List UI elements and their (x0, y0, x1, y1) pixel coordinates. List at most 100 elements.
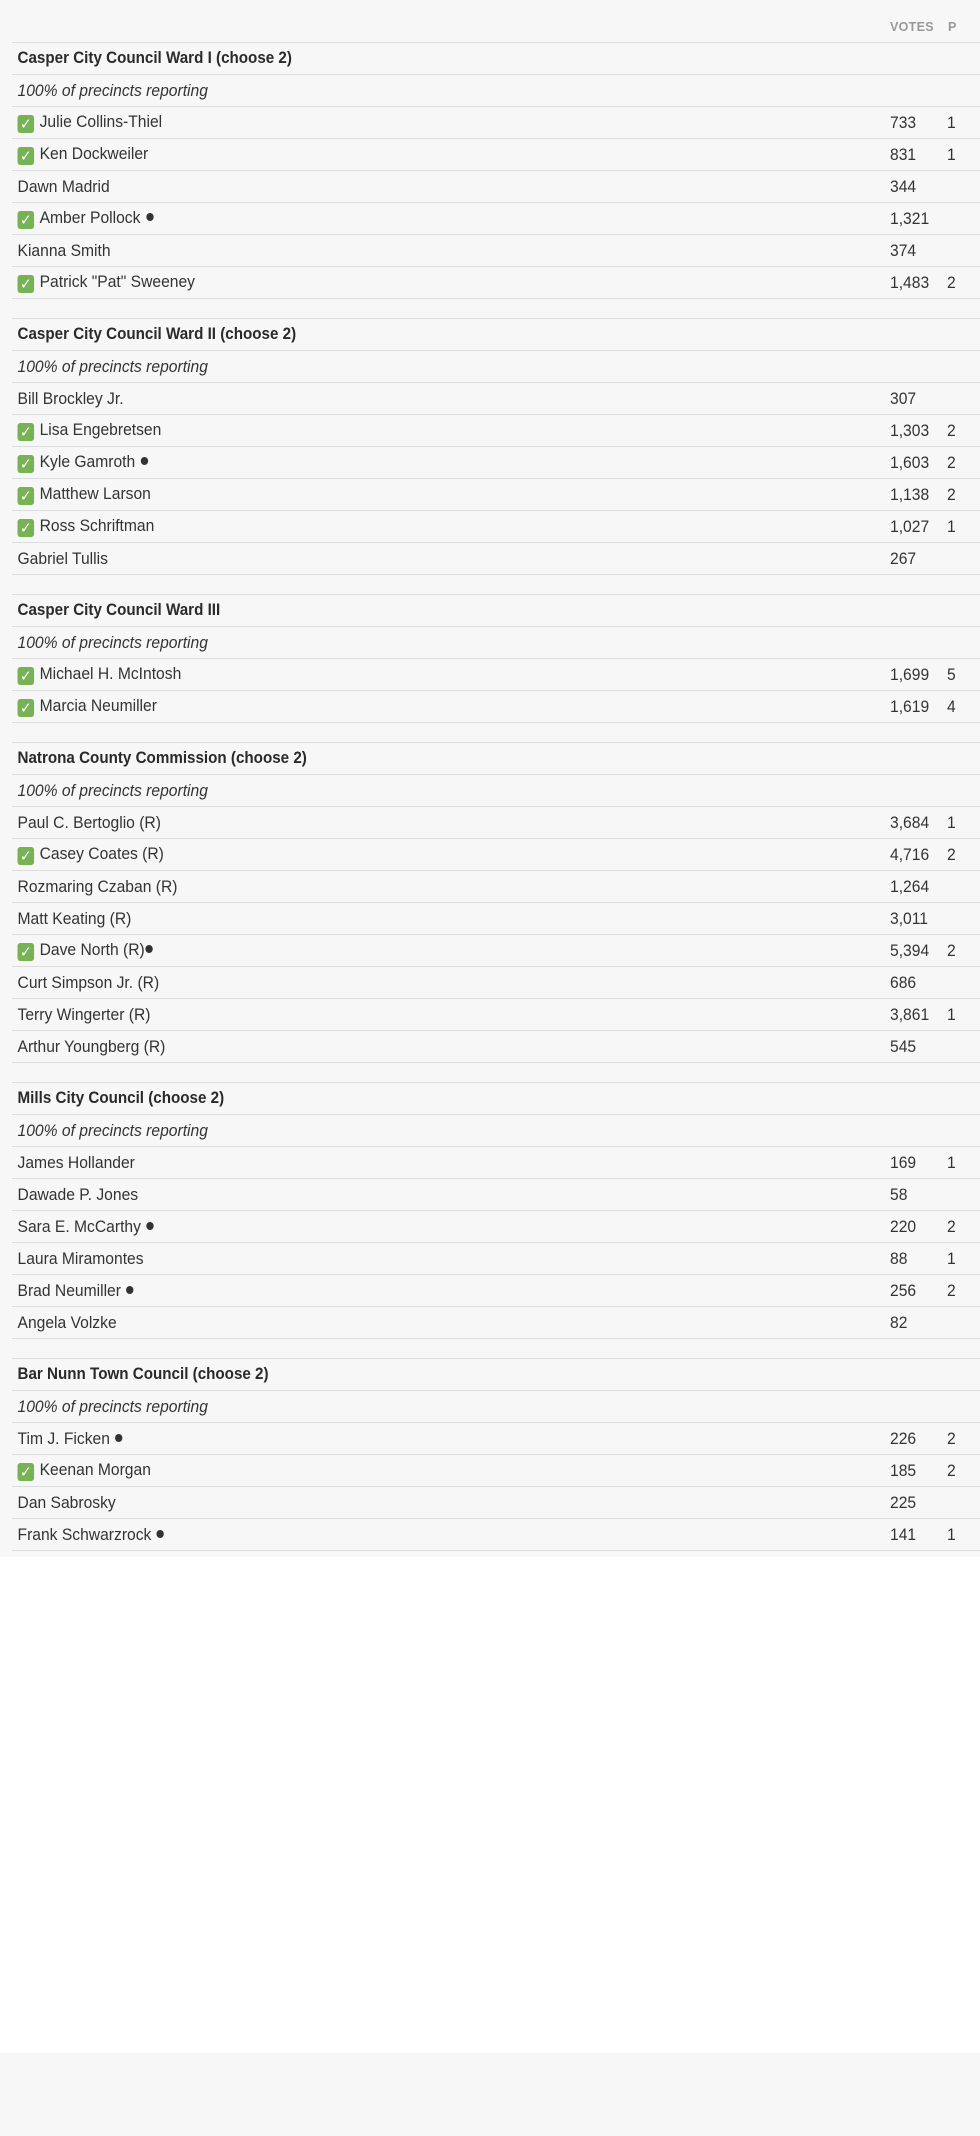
candidate-cell: Gabriel Tullis (12, 542, 820, 575)
race-title: Mills City Council (choose 2) (12, 1082, 942, 1115)
candidate-row: Laura Miramontes 88 1 (12, 1242, 980, 1275)
vote-percent (890, 870, 980, 903)
vote-percent: 1 (890, 1518, 980, 1551)
candidate-cell: ✓ Patrick "Pat" Sweeney (12, 266, 820, 299)
candidate-row: Curt Simpson Jr. (R) 686 (12, 966, 980, 999)
spacer-cell (12, 574, 980, 595)
candidate-name: Brad Neumiller (17, 1280, 121, 1300)
check-mark-icon: ✓ (17, 147, 35, 165)
reporting-row: 100% of precincts reporting (12, 350, 980, 383)
candidate-cell: Dawade P. Jones (12, 1178, 820, 1211)
vote-percent: 4 (890, 690, 980, 723)
reporting-row: 100% of precincts reporting (12, 1114, 980, 1147)
section-spacer (12, 722, 980, 743)
candidate-row: Matt Keating (R) 3,011 (12, 902, 980, 935)
candidate-cell: Dawn Madrid (12, 170, 820, 203)
candidate-row: James Hollander 169 1 (12, 1146, 980, 1179)
candidate-row: Dawn Madrid 344 (12, 170, 980, 203)
vote-percent: 1 (890, 806, 980, 839)
section-spacer (12, 1338, 980, 1359)
candidate-row: ✓ Patrick "Pat" Sweeney 1,483 2 (12, 266, 980, 299)
candidate-row: ✓ Dave North (R) 5,394 2 (12, 934, 980, 967)
candidate-row: ✓ Julie Collins-Thiel 733 1 (12, 106, 980, 139)
candidate-row: ✓ Matthew Larson 1,138 2 (12, 478, 980, 511)
candidate-name: Curt Simpson Jr. (R) (17, 972, 160, 992)
vote-percent: 5 (890, 658, 980, 691)
race-title: Casper City Council Ward I (choose 2) (12, 42, 942, 75)
section-spacer (12, 574, 980, 595)
vote-percent: 2 (890, 446, 980, 479)
check-mark-icon: ✓ (17, 699, 35, 717)
candidate-name: Bill Brockley Jr. (17, 388, 124, 408)
check-mark-icon: ✓ (17, 211, 35, 229)
vote-percent: 2 (890, 266, 980, 299)
candidate-cell: Laura Miramontes (12, 1242, 820, 1275)
election-results: VOTES P Casper City Council Ward I (choo… (0, 0, 980, 1557)
bullet-dot-icon (145, 945, 154, 953)
candidate-name: Angela Volzke (17, 1312, 117, 1332)
candidate-name: Dave North (R) (39, 940, 145, 959)
vote-percent (890, 170, 980, 203)
candidate-cell: ✓ Marcia Neumiller (12, 690, 820, 723)
vote-percent: 1 (890, 1242, 980, 1275)
candidate-name: Michael H. McIntosh (39, 664, 182, 683)
candidate-cell: Matt Keating (R) (12, 902, 820, 935)
check-mark-icon: ✓ (17, 487, 35, 505)
section-spacer (12, 298, 980, 319)
race-title-row: Casper City Council Ward II (choose 2) (12, 318, 980, 351)
candidate-name: Patrick "Pat" Sweeney (39, 272, 196, 291)
candidate-name: Dawn Madrid (17, 176, 110, 196)
candidate-cell: Curt Simpson Jr. (R) (12, 966, 820, 999)
candidate-row: Sara E. McCarthy 220 2 (12, 1210, 980, 1243)
candidate-name: Matt Keating (R) (17, 908, 132, 928)
precincts-reporting: 100% of precincts reporting (12, 350, 942, 383)
vote-percent (890, 202, 980, 235)
check-mark-icon: ✓ (17, 667, 35, 685)
candidate-row: ✓ Amber Pollock 1,321 (12, 202, 980, 235)
vote-percent (890, 966, 980, 999)
reporting-row: 100% of precincts reporting (12, 74, 980, 107)
candidate-row: ✓ Ken Dockweiler 831 1 (12, 138, 980, 171)
bullet-dot-icon (156, 1529, 165, 1538)
candidate-row: Rozmaring Czaban (R) 1,264 (12, 870, 980, 903)
candidate-row: ✓ Marcia Neumiller 1,619 4 (12, 690, 980, 723)
vote-percent: 1 (890, 138, 980, 171)
race-title-row: Mills City Council (choose 2) (12, 1082, 980, 1115)
race-title-row: Bar Nunn Town Council (choose 2) (12, 1358, 980, 1391)
vote-percent: 2 (890, 838, 980, 871)
candidate-name: Terry Wingerter (R) (17, 1004, 151, 1024)
vote-percent: 2 (890, 1274, 980, 1307)
candidate-cell: ✓ Ken Dockweiler (12, 138, 820, 171)
candidate-name: Ken Dockweiler (39, 144, 149, 163)
candidate-name: Amber Pollock (39, 208, 141, 227)
candidate-row: ✓ Casey Coates (R) 4,716 2 (12, 838, 980, 871)
candidate-cell: ✓ Dave North (R) (12, 934, 820, 967)
candidate-cell: Terry Wingerter (R) (12, 998, 820, 1031)
bullet-dot-icon (145, 213, 154, 221)
vote-percent (890, 234, 980, 267)
header-candidate (12, 9, 890, 43)
check-mark-icon: ✓ (17, 519, 35, 537)
candidate-name: Gabriel Tullis (17, 548, 108, 568)
candidate-cell: James Hollander (12, 1146, 820, 1179)
precincts-reporting: 100% of precincts reporting (12, 774, 942, 807)
page-footer-band (0, 2053, 980, 2136)
candidate-cell: Sara E. McCarthy (12, 1210, 820, 1243)
race-title-row: Casper City Council Ward I (choose 2) (12, 42, 980, 75)
candidate-cell: ✓ Lisa Engebretsen (12, 414, 820, 447)
vote-percent (890, 542, 980, 575)
race-title-row: Casper City Council Ward III (12, 594, 980, 627)
candidate-name: Frank Schwarzrock (17, 1524, 152, 1544)
candidate-row: Brad Neumiller 256 2 (12, 1274, 980, 1307)
spacer-cell (12, 1062, 980, 1083)
check-mark-icon: ✓ (17, 455, 35, 473)
reporting-row: 100% of precincts reporting (12, 1390, 980, 1423)
race-title-row: Natrona County Commission (choose 2) (12, 742, 980, 775)
table-header-row: VOTES P (12, 9, 980, 43)
precincts-reporting: 100% of precincts reporting (12, 626, 942, 659)
candidate-row: Gabriel Tullis 267 (12, 542, 980, 575)
vote-percent (890, 382, 980, 415)
candidate-row: Terry Wingerter (R) 3,861 1 (12, 998, 980, 1031)
candidate-name: Arthur Youngberg (R) (17, 1036, 166, 1056)
candidate-cell: Kianna Smith (12, 234, 820, 267)
